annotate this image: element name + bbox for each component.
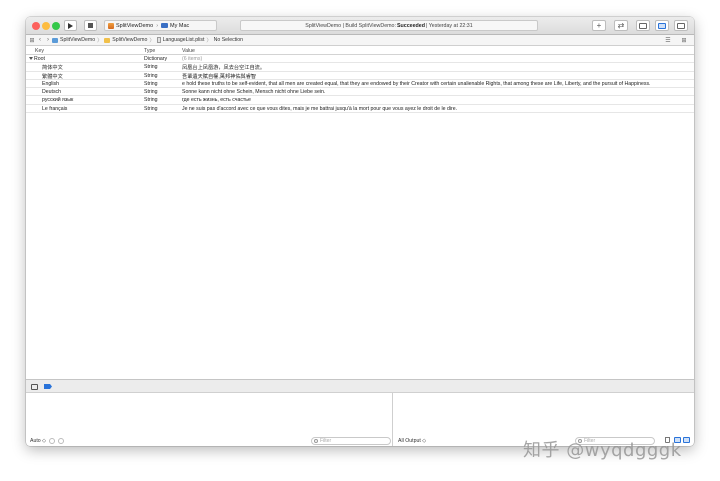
folder-icon <box>104 37 111 43</box>
hide-debug-area-icon[interactable] <box>31 384 38 390</box>
plist-rows: Root Dictionary (6 items) 简体中文 String 凤凰… <box>26 55 694 114</box>
plist-header: Key Type Value <box>26 47 694 55</box>
add-editor-icon[interactable]: ⊞ <box>680 37 688 44</box>
toggle-navigator-button[interactable] <box>636 20 650 31</box>
row-type: String <box>144 105 158 112</box>
chevron-right-icon: 〉 <box>206 37 212 44</box>
row-key: Le français <box>42 105 68 112</box>
filter-placeholder: Filter <box>320 437 332 444</box>
close-window-button[interactable] <box>32 22 40 30</box>
variables-view: Auto ◇ Filter <box>26 393 393 446</box>
row-type: String <box>144 97 158 104</box>
build-time: | Yesterday at 22:31 <box>425 22 473 29</box>
row-type: String <box>144 72 158 79</box>
chevron-right-icon: › <box>156 22 159 29</box>
column-type[interactable]: Type <box>144 48 155 54</box>
run-button[interactable] <box>64 20 77 31</box>
minimize-window-button[interactable] <box>42 22 50 30</box>
toggle-inspector-button[interactable] <box>674 20 688 31</box>
column-key[interactable]: Key <box>35 48 44 54</box>
plus-icon: + <box>596 21 602 30</box>
left-panel-icon <box>639 22 647 29</box>
activity-viewer: SplitViewDemo | Build SplitViewDemo: Suc… <box>240 20 538 31</box>
play-icon <box>68 22 73 29</box>
table-row[interactable]: English String e hold these truths to be… <box>26 80 694 89</box>
disclosure-triangle-icon[interactable] <box>29 57 33 61</box>
stop-icon <box>88 23 93 28</box>
row-key: 简体中文 <box>42 65 63 72</box>
editor-options-icon[interactable]: ☰ <box>664 37 672 44</box>
build-status: Succeeded <box>396 22 425 29</box>
variables-filter-input[interactable]: Filter <box>311 436 391 445</box>
filter-icon <box>314 438 318 443</box>
table-row[interactable]: русский язык String где есть жизнь, есть… <box>26 96 694 105</box>
library-button[interactable]: + <box>592 20 606 31</box>
code-review-button[interactable]: ⇄ <box>614 20 628 31</box>
project-icon <box>52 37 58 43</box>
row-value: Sonne kann nicht ohne Schein, Mensch nic… <box>182 89 326 96</box>
toggle-debug-area-button[interactable] <box>655 20 669 31</box>
row-type: String <box>144 80 158 87</box>
table-row[interactable]: Root Dictionary (6 items) <box>26 55 694 64</box>
row-value: e hold these truths to be self-evident, … <box>182 80 651 87</box>
xcode-window: SplitViewDemo › My Mac SplitViewDemo | B… <box>26 17 694 446</box>
row-type: Dictionary <box>144 56 168 62</box>
console-output-select[interactable]: All Output ◇ <box>398 438 426 444</box>
scheme-selector[interactable]: SplitViewDemo › My Mac <box>104 20 217 31</box>
breadcrumb-project[interactable]: SplitViewDemo <box>60 37 95 43</box>
debug-bar <box>26 379 694 393</box>
table-row[interactable]: Deutsch String Sonne kann nicht ohne Sch… <box>26 88 694 97</box>
row-value: 吾輩遺天賦自權,萬邦神佑與睿智 <box>182 73 257 80</box>
run-destination: My Mac <box>170 22 190 29</box>
eye-icon[interactable] <box>58 437 65 444</box>
toolbar: SplitViewDemo › My Mac SplitViewDemo | B… <box>26 17 694 35</box>
row-key: Root <box>34 56 45 62</box>
row-value: 凤凰台上凤凰游，凤去台空江自流。 <box>182 65 266 72</box>
plist-file-icon <box>156 37 161 43</box>
scheme-target: SplitViewDemo <box>116 22 154 29</box>
chevron-right-icon: 〉 <box>149 37 155 44</box>
variables-scope-select[interactable]: Auto ◇ <box>30 438 46 444</box>
row-value: (6 items) <box>182 56 203 62</box>
stop-button[interactable] <box>84 20 97 31</box>
breadcrumb-group[interactable]: SplitViewDemo <box>112 37 147 43</box>
row-type: String <box>144 89 158 96</box>
watermark: 知乎 @wyqdgggk <box>523 440 682 461</box>
forward-arrow-icon[interactable]: › <box>44 37 52 43</box>
row-key: Deutsch <box>42 89 62 96</box>
column-value[interactable]: Value <box>182 48 195 54</box>
activity-prefix: SplitViewDemo | Build SplitViewDemo: <box>305 22 396 29</box>
row-key: 繁體中文 <box>42 73 63 80</box>
zoom-window-button[interactable] <box>52 22 60 30</box>
breakpoints-icon[interactable] <box>44 384 52 389</box>
breadcrumb-selection[interactable]: No Selection <box>214 37 243 43</box>
row-type: String <box>144 64 158 71</box>
chevron-right-icon: 〉 <box>97 37 103 44</box>
row-key: English <box>42 80 60 87</box>
show-console-icon[interactable] <box>683 437 690 443</box>
app-icon <box>108 22 114 29</box>
row-value: где есть жизнь, есть счастье <box>182 97 251 104</box>
variables-footer: Auto ◇ Filter <box>26 435 392 446</box>
related-items-icon[interactable]: ⊞ <box>28 37 36 44</box>
info-icon[interactable] <box>49 437 56 444</box>
breadcrumb-file[interactable]: LanguageList.plist <box>163 37 205 43</box>
row-key: русский язык <box>42 97 74 104</box>
table-row[interactable]: 简体中文 String 凤凰台上凤凰游，凤去台空江自流。 <box>26 63 694 72</box>
swap-arrows-icon: ⇄ <box>617 21 625 30</box>
right-panel-icon <box>677 22 685 29</box>
bottom-panel-icon <box>658 22 666 29</box>
mac-icon <box>161 23 169 28</box>
jump-bar: ⊞ ‹ › SplitViewDemo 〉 SplitViewDemo 〉 La… <box>26 35 694 46</box>
table-row[interactable]: 繁體中文 String 吾輩遺天賦自權,萬邦神佑與睿智 <box>26 72 694 80</box>
back-arrow-icon[interactable]: ‹ <box>36 37 44 43</box>
row-value: Je ne suis pas d'accord avec ce que vous… <box>182 105 458 112</box>
breadcrumb: SplitViewDemo 〉 SplitViewDemo 〉 Language… <box>52 37 243 44</box>
table-row[interactable]: Le français String Je ne suis pas d'acco… <box>26 105 694 114</box>
